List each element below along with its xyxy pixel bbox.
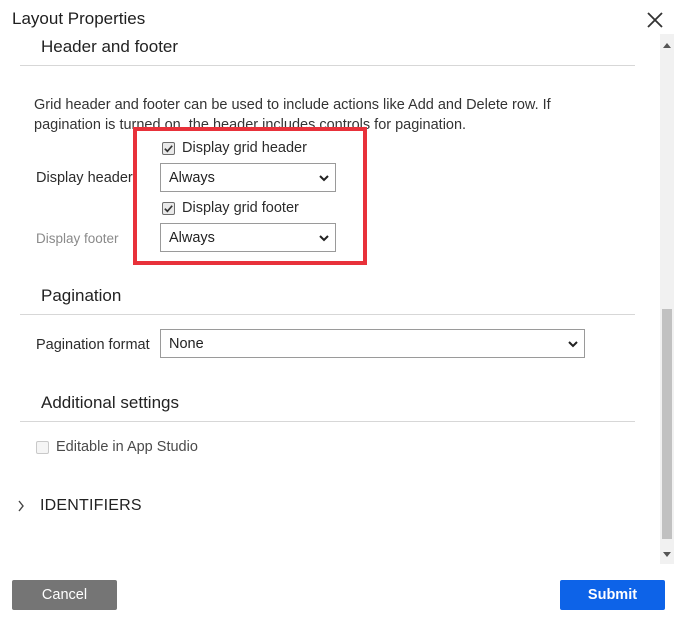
- scrollbar-thumb[interactable]: [662, 309, 672, 539]
- vertical-scrollbar[interactable]: [660, 34, 674, 564]
- pagination-format-label: Pagination format: [36, 337, 150, 353]
- cancel-button[interactable]: Cancel: [12, 580, 117, 610]
- editable-in-app-studio-checkbox[interactable]: Editable in App Studio: [36, 439, 198, 455]
- pagination-format-select[interactable]: None: [160, 329, 585, 358]
- scroll-down-button[interactable]: [660, 548, 674, 562]
- highlight-annotation-box: [133, 127, 367, 265]
- editable-in-app-studio-checkbox-box[interactable]: [36, 440, 49, 454]
- scroll-down-arrow-icon: [663, 552, 671, 557]
- section-divider: [20, 65, 635, 66]
- scroll-up-button[interactable]: [660, 38, 674, 52]
- close-icon: [647, 12, 663, 28]
- identifiers-label: IDENTIFIERS: [40, 497, 142, 514]
- display-footer-label: Display footer: [36, 231, 119, 246]
- editable-in-app-studio-label: Editable in App Studio: [56, 439, 198, 455]
- display-header-label: Display header: [36, 170, 133, 186]
- identifiers-expander[interactable]: IDENTIFIERS: [16, 497, 142, 515]
- chevron-right-icon: [16, 499, 26, 513]
- pagination-format-select-value: None: [169, 335, 204, 352]
- properties-scroll-area: Header and footer Grid header and footer…: [0, 34, 660, 564]
- layout-properties-dialog: Layout Properties Header and footer Grid…: [0, 0, 680, 621]
- submit-button[interactable]: Submit: [560, 580, 665, 610]
- section-divider: [20, 314, 635, 315]
- pagination-section-title: Pagination: [41, 286, 122, 305]
- header-footer-section-title: Header and footer: [41, 37, 179, 56]
- close-button[interactable]: [643, 8, 667, 32]
- section-divider: [20, 421, 635, 422]
- additional-settings-section-title: Additional settings: [41, 393, 179, 412]
- scroll-up-arrow-icon: [663, 43, 671, 48]
- dialog-title: Layout Properties: [12, 9, 146, 28]
- chevron-down-icon: [567, 338, 579, 350]
